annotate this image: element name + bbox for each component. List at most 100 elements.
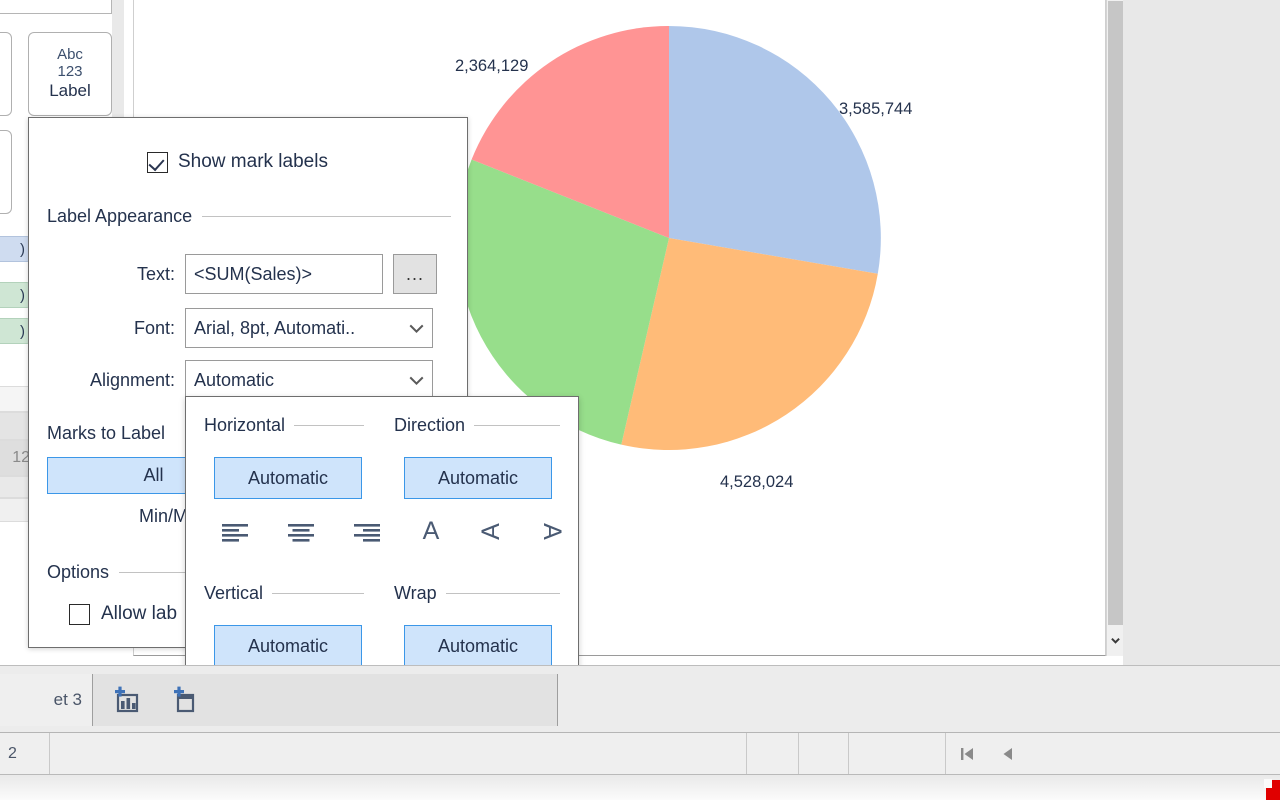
text-input[interactable]: <SUM(Sales)> (185, 254, 383, 294)
marks-to-label-title: Marks to Label (47, 423, 166, 443)
window-bottom-strip (0, 775, 1280, 800)
new-dashboard-icon[interactable] (169, 685, 201, 715)
alignment-dropdown-value: Automatic (194, 369, 275, 390)
show-mark-labels-checkbox[interactable] (147, 151, 168, 173)
new-worksheet-icon[interactable] (111, 685, 143, 715)
pie-slice-technology (669, 26, 881, 274)
wrap-title: Wrap (394, 583, 437, 603)
pie-chart[interactable] (456, 25, 881, 451)
right-gutter (1123, 0, 1280, 665)
direction-mode-button[interactable]: Automatic (404, 457, 552, 499)
pie-label-furniture: 4,528,024 (720, 473, 794, 491)
shelf-pill-measure-2[interactable]: ) (0, 318, 30, 344)
horizontal-section-header: Horizontal (204, 415, 364, 436)
direction-glyph-0: A (422, 516, 440, 545)
horizontal-mode-button[interactable]: Automatic (214, 457, 362, 499)
font-field-label: Font: (133, 317, 175, 338)
label-glyph-abc: Abc (57, 46, 83, 63)
text-field-label: Text: (136, 263, 175, 284)
vertical-section-header: Vertical (204, 583, 364, 604)
scroll-down-button[interactable] (1108, 625, 1123, 655)
status-segment-c (849, 733, 946, 774)
status-segment-a (747, 733, 799, 774)
pie-label-office-supplies: 2,364,129 (455, 57, 529, 75)
sheet-tab-3[interactable]: et 3 (0, 674, 93, 726)
section-divider (445, 593, 560, 594)
horizontal-mode-label: Automatic (247, 467, 329, 488)
shelf-pill-measure-1[interactable]: ) (0, 282, 30, 308)
marks-card-label-button[interactable]: Abc 123 Label (28, 32, 112, 116)
sheet-toolbar (93, 674, 558, 726)
allow-label-text: Allow lab (101, 603, 178, 624)
status-segment-message (50, 733, 747, 774)
alignment-field-row: Alignment: Automatic (47, 360, 461, 400)
marks-panel-scroll[interactable] (112, 0, 124, 132)
options-title: Options (47, 562, 110, 582)
page-navigation (946, 733, 1028, 774)
section-divider (294, 425, 364, 426)
vertical-title: Vertical (204, 583, 264, 603)
marks-card-label-caption: Label (49, 81, 91, 100)
direction-section-header: Direction (394, 415, 560, 436)
label-glyph-123: 123 (57, 63, 83, 80)
align-left-icon[interactable] (216, 519, 254, 547)
label-appearance-group-header: Label Appearance (47, 206, 451, 227)
alignment-dropdown[interactable]: Automatic (185, 360, 433, 400)
scrollbar-thumb[interactable] (1108, 1, 1123, 625)
status-bar: 2 (0, 733, 1280, 775)
align-center-icon[interactable] (282, 519, 320, 547)
chevron-down-icon (409, 376, 424, 385)
allow-label-row[interactable]: Allow lab (69, 603, 177, 625)
marks-card-color-button[interactable]: ) (0, 32, 12, 116)
go-to-previous-icon[interactable] (1000, 746, 1014, 762)
text-direction-up-icon[interactable]: A (474, 515, 508, 547)
horizontal-title: Horizontal (204, 415, 286, 435)
marks-card-size-button[interactable]: ) (0, 130, 12, 214)
font-dropdown-value: Arial, 8pt, Automati.. (194, 317, 356, 338)
app-window: 3,585,744 4,528,024 2,364,129 ) ) Abc 12… (0, 0, 1280, 800)
sheet-tab-label: et 3 (53, 690, 82, 709)
direction-icons: A A A (414, 515, 568, 547)
viz-vertical-scrollbar[interactable] (1106, 0, 1123, 656)
direction-mode-label: Automatic (437, 467, 519, 488)
direction-glyph-1: A (476, 522, 505, 540)
text-direction-horizontal-icon[interactable]: A (414, 515, 448, 547)
allow-label-checkbox[interactable] (69, 603, 90, 625)
text-ellipsis-button[interactable]: ... (393, 254, 437, 294)
sheet-tab-bar: et 3 (0, 665, 1280, 733)
status-segment-value: 2 (0, 733, 50, 774)
shelf-pill-green2-text: ) (20, 322, 25, 340)
direction-glyph-2: A (537, 522, 566, 540)
horizontal-align-icons (216, 519, 386, 547)
marks-to-label-all-label: All (143, 465, 164, 485)
resize-corner-notch (1264, 779, 1272, 788)
wrap-mode-button[interactable]: Automatic (404, 625, 552, 667)
align-right-icon[interactable] (348, 519, 386, 547)
chevron-down-icon (409, 324, 424, 333)
section-divider (272, 593, 364, 594)
pie-svg (456, 25, 881, 451)
text-direction-down-icon[interactable]: A (534, 515, 568, 547)
wrap-section-header: Wrap (394, 583, 560, 604)
panel-top-divider (0, 0, 112, 14)
group-divider (202, 216, 451, 217)
wrap-mode-label: Automatic (437, 635, 519, 656)
pie-label-technology: 3,585,744 (839, 100, 913, 118)
shelf-pill-green1-text: ) (20, 286, 25, 304)
alignment-field-label: Alignment: (89, 369, 175, 390)
label-appearance-title: Label Appearance (47, 206, 193, 226)
shelf-pill-dimension[interactable]: ) (0, 236, 30, 262)
text-field-row: Text: <SUM(Sales)> ... (47, 254, 461, 294)
chevron-down-icon (1111, 637, 1120, 644)
shelf-pill-blue-text: ) (20, 240, 25, 258)
font-dropdown[interactable]: Arial, 8pt, Automati.. (185, 308, 433, 348)
status-segment-b (799, 733, 849, 774)
go-to-first-icon[interactable] (960, 746, 974, 762)
section-divider (474, 425, 560, 426)
vertical-mode-button[interactable]: Automatic (214, 625, 362, 667)
font-field-row: Font: Arial, 8pt, Automati.. (47, 308, 461, 348)
status-value-text: 2 (8, 744, 17, 762)
show-mark-labels-row[interactable]: Show mark labels (147, 151, 328, 173)
show-mark-labels-label: Show mark labels (178, 151, 328, 172)
direction-title: Direction (394, 415, 466, 435)
